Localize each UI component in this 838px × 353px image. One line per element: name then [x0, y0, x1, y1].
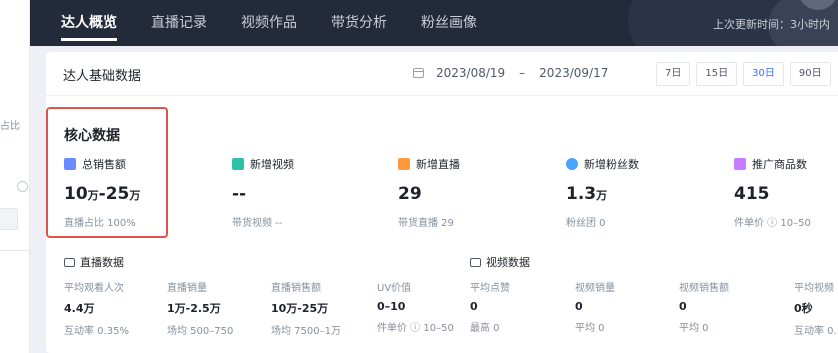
calendar-icon: [413, 68, 424, 78]
range-90d-button[interactable]: 90日: [789, 62, 831, 86]
metric-new-lives: 新增直播 29 带货直播 29: [398, 156, 460, 229]
range-7d-button[interactable]: 7日: [656, 62, 691, 86]
metric-sub: 直播占比 100%: [64, 218, 136, 229]
stat-live-volume: 直播销量 1万-2.5万 场均 500–750: [167, 283, 234, 337]
nav-tabs: 达人概览 直播记录 视频作品 带货分析 粉丝画像: [61, 0, 511, 46]
date-range-picker[interactable]: 2023/08/19 – 2023/09/17: [413, 66, 608, 80]
metric-value: --: [232, 184, 247, 204]
date-separator: –: [519, 66, 526, 80]
metric-sub: 粉丝团 0: [566, 218, 606, 229]
metric-sub: 件单价 ⓘ 10–50: [734, 218, 811, 229]
metric-promoted-products: 推广商品数 415 件单价 ⓘ 10–50: [734, 156, 811, 229]
metric-label: 推广商品数: [752, 158, 807, 171]
metric-total-sales: 总销售额 10万-25万 直播占比 100%: [64, 156, 140, 229]
video-data-header: 视频数据: [470, 254, 530, 270]
metric-sub: 带货视频 --: [232, 218, 283, 229]
metric-value: 415: [734, 184, 770, 204]
range-15d-button[interactable]: 15日: [696, 62, 738, 86]
metric-label: 新增直播: [416, 158, 460, 171]
tab-video-works[interactable]: 视频作品: [241, 0, 297, 46]
stat-uv-value: UV价值 0–10 件单价 ⓘ 10–50: [377, 283, 454, 334]
sales-icon: [64, 158, 76, 170]
range-30d-button[interactable]: 30日: [743, 62, 784, 86]
main-card: 达人基础数据 2023/08/19 – 2023/09/17 7日 15日 30…: [46, 52, 838, 353]
stat-avg-likes: 平均点赞 0 最高 0: [470, 283, 510, 334]
tab-fan-profile[interactable]: 粉丝画像: [421, 0, 477, 46]
metric-label: 新增粉丝数: [584, 158, 639, 171]
base-data-title: 达人基础数据: [63, 69, 142, 84]
base-data-header: 达人基础数据 2023/08/19 – 2023/09/17 7日 15日 30…: [46, 52, 838, 96]
live-data-title: 直播数据: [80, 256, 124, 269]
date-start: 2023/08/19: [436, 66, 506, 80]
metric-label: 新增视频: [250, 158, 294, 171]
metric-value: 29: [398, 184, 422, 204]
video-data-icon: [470, 257, 481, 267]
left-side-panel: 占比: [0, 0, 30, 353]
live-icon: [398, 158, 410, 170]
metric-new-fans: 新增粉丝数 1.3万 粉丝团 0: [566, 156, 639, 229]
top-nav-bar: 达人概览 直播记录 视频作品 带货分析 粉丝画像 上次更新时间：3小时内: [30, 0, 838, 46]
live-data-header: 直播数据: [64, 254, 124, 270]
fans-icon: [566, 158, 578, 170]
stat-live-sales: 直播销售额 10万-25万 场均 7500–1万: [271, 283, 341, 337]
video-icon: [232, 158, 244, 170]
last-update-time: 上次更新时间：3小时内: [713, 18, 830, 31]
core-data-title: 核心数据: [64, 128, 120, 144]
left-panel-partial-text: 占比: [0, 121, 20, 132]
left-panel-info-icon: [17, 181, 28, 192]
left-panel-divider: [0, 250, 30, 251]
left-panel-input[interactable]: [0, 208, 18, 230]
metric-value: 1.3万: [566, 184, 608, 204]
tab-sales-analysis[interactable]: 带货分析: [331, 0, 387, 46]
range-buttons: 7日 15日 30日 90日: [656, 62, 837, 86]
stat-avg-viewers: 平均观看人次 4.4万 互动率 0.35%: [64, 283, 129, 337]
metric-new-videos: 新增视频 -- 带货视频 --: [232, 156, 294, 229]
date-end: 2023/09/17: [539, 66, 609, 80]
product-icon: [734, 158, 746, 170]
metric-sub: 带货直播 29: [398, 218, 454, 229]
video-data-title: 视频数据: [486, 256, 530, 269]
metric-label: 总销售额: [82, 158, 126, 171]
stat-video-volume: 视频销量 0 平均 0: [575, 283, 615, 334]
stat-video-sales: 视频销售额 0 平均 0: [679, 283, 729, 334]
metric-value: 10万-25万: [64, 184, 141, 204]
stat-avg-video: 平均视频 0秒 互动率 0.: [794, 283, 837, 337]
live-data-icon: [64, 257, 75, 267]
tab-live-records[interactable]: 直播记录: [151, 0, 207, 46]
tab-overview[interactable]: 达人概览: [61, 0, 117, 46]
